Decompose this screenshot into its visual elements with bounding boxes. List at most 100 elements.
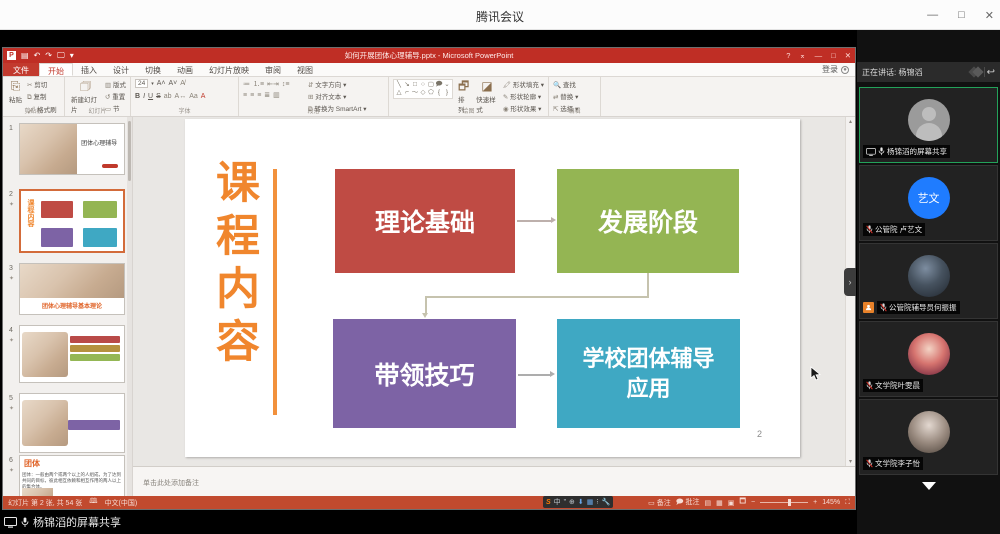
bullets-icon[interactable]: ≔ [243, 80, 250, 88]
tab-home[interactable]: 开始 [39, 63, 73, 76]
find-button[interactable]: 🔍 查找 [553, 79, 578, 89]
slide-vertical-title[interactable]: 课程内容 [201, 159, 265, 371]
lshape-icon[interactable]: ⌐ [403, 89, 411, 97]
diamond-shape-icon[interactable]: ◇ [419, 89, 427, 97]
shrink-font-icon[interactable]: A˅ [169, 80, 178, 87]
thumbnail-scrollbar[interactable] [127, 117, 132, 496]
rect-shape-icon[interactable]: □ [411, 81, 419, 89]
tab-file[interactable]: 文件 [3, 63, 39, 76]
undo-icon[interactable]: ↶ [34, 51, 41, 60]
font-color-button[interactable]: A [201, 93, 206, 100]
clear-format-icon[interactable]: A̸ [180, 80, 185, 87]
notes-toggle-button[interactable]: ▭ 备注 [648, 498, 671, 508]
participant-tile-3[interactable]: 公管院辅导员何振振 [859, 243, 998, 319]
tab-insert[interactable]: 插入 [73, 63, 105, 76]
panel-expand-handle[interactable]: › [844, 268, 856, 296]
line-shape-icon[interactable]: ╲ [395, 81, 403, 89]
language-indicator[interactable]: 中文(中国) [105, 498, 138, 508]
indent-icons[interactable]: ⇤⇥ [267, 80, 279, 88]
shadow-button[interactable]: ab [164, 93, 172, 100]
participant-tile-5[interactable]: 文学院李子怡 [859, 399, 998, 475]
scroll-participants-down-icon[interactable] [922, 482, 936, 490]
minimize-icon[interactable]: — [927, 9, 938, 21]
slide-thumbnail-1[interactable]: 团体心理辅导 [19, 123, 125, 175]
powerpoint-logo-icon[interactable]: P [7, 51, 16, 60]
close-icon[interactable]: ✕ [985, 9, 994, 22]
notes-pane[interactable]: 单击此处添加备注 [133, 466, 855, 496]
strikethrough-button[interactable]: S [156, 93, 161, 100]
bracket-shape-icon[interactable]: } [443, 89, 451, 97]
zoom-level[interactable]: 145% [822, 499, 840, 506]
line-spacing-icon[interactable]: ↕≡ [282, 81, 290, 88]
curve-shape-icon[interactable]: 〜 [411, 89, 419, 97]
ime-punct-icon[interactable]: ” [564, 499, 566, 506]
slide-box-stages[interactable]: 发展阶段 [557, 169, 739, 273]
tab-slideshow[interactable]: 幻灯片放映 [201, 63, 257, 76]
callout-shape-icon[interactable]: 🗩 [435, 81, 443, 89]
tab-animations[interactable]: 动画 [169, 63, 201, 76]
slide-box-application[interactable]: 学校团体辅导 应用 [557, 319, 740, 428]
ime-more-icon[interactable]: ⁝ [596, 498, 598, 506]
scroll-down-icon[interactable]: ▾ [846, 458, 855, 465]
slide-thumbnail-6[interactable]: 团体 团体：一般由两个或两个以上的人组成，为了达到共同的目标，彼此相互依赖和相互… [19, 455, 125, 496]
ime-mode-icon[interactable]: 中 [554, 497, 561, 507]
reset-button[interactable]: ↺ 重置 [105, 91, 126, 101]
oval-shape-icon[interactable]: ○ [419, 81, 427, 89]
align-left-icon[interactable]: ≡ [243, 92, 247, 99]
save-icon[interactable]: ▤ [21, 51, 29, 60]
align-center-icon[interactable]: ≡ [250, 92, 254, 99]
copy-button[interactable]: ⧉ 复制 [27, 91, 57, 102]
font-size-dropdown-icon[interactable]: ▾ [151, 81, 154, 87]
normal-view-icon[interactable]: ▤ [704, 499, 711, 507]
arrow-shape-icon[interactable]: ↘ [403, 81, 411, 89]
collapse-panel-icon[interactable]: ↩ [987, 67, 995, 78]
sign-in-button[interactable]: 登录● [822, 63, 855, 76]
zoom-out-icon[interactable]: − [751, 499, 755, 506]
slide-box-skills[interactable]: 带领技巧 [333, 319, 516, 428]
replace-button[interactable]: ⇄ 替换 ▾ [553, 91, 578, 101]
paste-button[interactable]: ⎘ 粘贴 [7, 79, 24, 105]
slide-sorter-view-icon[interactable]: ▦ [716, 499, 723, 507]
shape-fill-button[interactable]: 🖍 形状填充 ▾ [503, 79, 544, 89]
brace-shape-icon[interactable]: { [435, 89, 443, 97]
reading-view-icon[interactable]: ▣ [728, 499, 735, 507]
numbering-icon[interactable]: ⒈≡ [253, 79, 264, 89]
ppt-minimize-icon[interactable]: — [815, 51, 823, 60]
tab-review[interactable]: 审阅 [257, 63, 289, 76]
align-right-icon[interactable]: ≡ [257, 92, 261, 99]
slide-canvas[interactable]: 课程内容 理论基础 发展阶段 带领技巧 学校团体辅导 应用 [185, 119, 800, 457]
justify-icon[interactable]: ≣ [264, 91, 270, 99]
ppt-close-icon[interactable]: ✕ [845, 51, 851, 60]
participant-tile-1[interactable]: 杨锦滔的屏幕共享 [859, 87, 998, 163]
text-direction-button[interactable]: ⇵ 文字方向 ▾ [308, 79, 367, 89]
align-text-button[interactable]: ⊞ 对齐文本 ▾ [308, 91, 367, 101]
rounded-rect-shape-icon[interactable]: ▢ [427, 81, 435, 89]
tab-view[interactable]: 视图 [289, 63, 321, 76]
comments-toggle-button[interactable]: 🗩 批注 [676, 497, 700, 509]
font-size-select[interactable]: 24 [135, 79, 148, 88]
zoom-in-icon[interactable]: + [813, 499, 817, 506]
ime-keyboard-icon[interactable]: ▦ [587, 498, 594, 506]
underline-button[interactable]: U [148, 93, 153, 100]
tab-transitions[interactable]: 切换 [137, 63, 169, 76]
slide-thumbnail-2[interactable]: 课程内容 [19, 189, 125, 253]
sogou-input-icon[interactable]: S [546, 499, 551, 506]
ppt-ribbon-collapse-icon[interactable]: ⌅ [799, 51, 805, 60]
grow-font-icon[interactable]: A˄ [157, 80, 166, 87]
restore-icon[interactable]: □ [958, 9, 965, 21]
redo-icon[interactable]: ↷ [45, 51, 52, 60]
more-shapes-icon[interactable]: ⌄ [443, 81, 451, 89]
scroll-up-icon[interactable]: ▴ [846, 118, 855, 125]
slideshow-icon[interactable]: 🖵 [57, 51, 65, 61]
fit-to-window-icon[interactable]: ⛶ [845, 499, 850, 507]
slideshow-view-icon[interactable]: 🗖 [739, 497, 746, 508]
ppt-help-icon[interactable]: ? [786, 51, 790, 60]
italic-button[interactable]: I [143, 93, 145, 100]
zoom-slider[interactable] [760, 502, 808, 504]
participant-tile-4[interactable]: 文学院叶雯晨 [859, 321, 998, 397]
case-button[interactable]: Aa [189, 93, 198, 100]
shape-gallery[interactable]: ╲↘□○▢🗩⌄ △⌐〜◇⬠{} [393, 79, 453, 99]
layout-button[interactable]: ▥ 版式 [105, 79, 126, 89]
slide-box-theory[interactable]: 理论基础 [335, 169, 515, 273]
participant-tile-2[interactable]: 艺文 公管院 卢艺文 [859, 165, 998, 241]
